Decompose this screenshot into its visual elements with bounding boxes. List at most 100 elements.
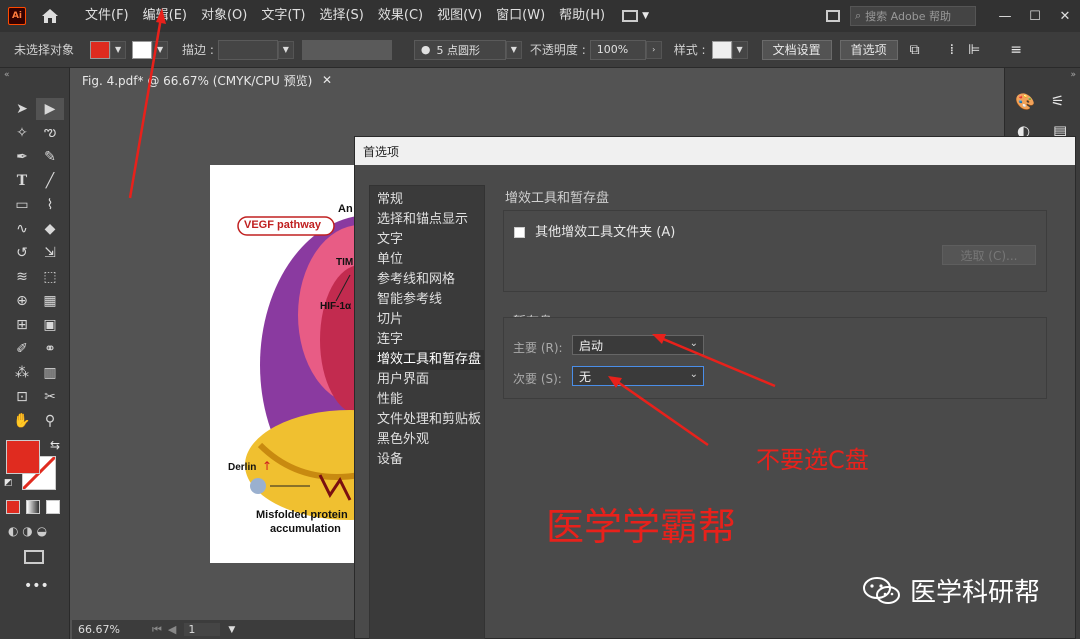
- stroke-swatch[interactable]: [132, 40, 153, 59]
- nav-item[interactable]: 用户界面: [370, 370, 484, 390]
- slice-tool-icon[interactable]: ✂: [36, 386, 64, 408]
- curvature-tool-icon[interactable]: ✎: [36, 146, 64, 168]
- menu-type[interactable]: 文字(T): [254, 0, 312, 32]
- document-tab[interactable]: Fig. 4.pdf* @ 66.67% (CMYK/CPU 预览) ✕: [74, 68, 340, 92]
- paintbrush-icon[interactable]: ⌇: [36, 194, 64, 216]
- stroke-dropdown[interactable]: ▼: [152, 40, 169, 59]
- first-page-icon[interactable]: ⏮: [152, 623, 162, 637]
- home-icon[interactable]: [40, 6, 60, 26]
- gradient-mode-icon[interactable]: [26, 500, 40, 514]
- scale-tool-icon[interactable]: ⇲: [36, 242, 64, 264]
- menu-list-icon[interactable]: ≡: [1010, 42, 1022, 58]
- primary-select[interactable]: 启动 ⌄: [572, 335, 704, 355]
- lasso-icon[interactable]: ఌ: [36, 122, 64, 144]
- close-button[interactable]: ✕: [1050, 9, 1080, 24]
- prev-page-icon[interactable]: ◀: [168, 623, 176, 636]
- fill-color-box[interactable]: [6, 440, 40, 474]
- draw-modes-icon[interactable]: ◐ ◑ ◒: [8, 524, 47, 538]
- other-plugins-checkbox[interactable]: [514, 227, 525, 238]
- warp-tool-icon[interactable]: ≋: [8, 266, 36, 288]
- collapse-icon[interactable]: «: [4, 70, 10, 80]
- menu-effect[interactable]: 效果(C): [371, 0, 430, 32]
- stroke-weight-field[interactable]: [217, 39, 278, 60]
- arrange-icon[interactable]: ⧉: [910, 42, 920, 58]
- nav-item[interactable]: 文件处理和剪贴板: [370, 410, 484, 430]
- pen-tool-icon[interactable]: ✒: [8, 146, 36, 168]
- direct-selection-tool-icon[interactable]: ▶: [36, 98, 64, 120]
- zoom-field[interactable]: 66.67%: [72, 623, 142, 636]
- type-tool-icon[interactable]: T: [8, 170, 36, 192]
- brush-field[interactable]: ● 5 点圆形: [413, 39, 506, 60]
- maximize-button[interactable]: ☐: [1020, 9, 1050, 24]
- brush-dropdown[interactable]: ▼: [505, 40, 522, 59]
- selection-tool-icon[interactable]: ➤: [8, 98, 36, 120]
- rectangle-tool-icon[interactable]: ▭: [8, 194, 36, 216]
- hand-tool-icon[interactable]: ✋: [8, 410, 36, 432]
- artboard[interactable]: VEGF pathway An TIM HIF-1α Derlin ↑ Misf…: [210, 165, 360, 563]
- nav-item[interactable]: 性能: [370, 390, 484, 410]
- nav-item[interactable]: 参考线和网格: [370, 270, 484, 290]
- menu-object[interactable]: 对象(O): [194, 0, 254, 32]
- eraser-icon[interactable]: ◆: [36, 218, 64, 240]
- menu-view[interactable]: 视图(V): [430, 0, 489, 32]
- properties-panel-icon[interactable]: ⚟: [1051, 92, 1077, 114]
- nav-item[interactable]: 黑色外观: [370, 430, 484, 450]
- minimize-button[interactable]: —: [990, 9, 1020, 24]
- style-dropdown[interactable]: ▼: [731, 40, 748, 59]
- line-tool-icon[interactable]: ╱: [36, 170, 64, 192]
- none-mode-icon[interactable]: [46, 500, 60, 514]
- fill-swatch[interactable]: [90, 40, 111, 59]
- search-input[interactable]: ⌕ 搜索 Adobe 帮助: [850, 6, 976, 26]
- eyedropper-icon[interactable]: ✐: [8, 338, 36, 360]
- menu-file[interactable]: 文件(F): [78, 0, 136, 32]
- other-plugins-checkbox-row[interactable]: 其他增效工具文件夹 (A): [514, 221, 675, 240]
- page-field[interactable]: 1: [184, 623, 221, 636]
- menu-edit[interactable]: 编辑(E): [136, 0, 194, 32]
- panel-toggle-icon[interactable]: [826, 10, 840, 22]
- stroke-weight-dropdown[interactable]: ▼: [277, 40, 294, 59]
- nav-item[interactable]: 单位: [370, 250, 484, 270]
- align-icon[interactable]: ⁞: [950, 42, 954, 58]
- choose-folder-button[interactable]: 选取 (C)...: [942, 245, 1036, 265]
- rotate-tool-icon[interactable]: ↺: [8, 242, 36, 264]
- distribute-icon[interactable]: ⊫: [968, 42, 980, 58]
- gradient-tool-icon[interactable]: ▣: [36, 314, 64, 336]
- nav-item[interactable]: 连字: [370, 330, 484, 350]
- more-tools-icon[interactable]: •••: [24, 578, 49, 594]
- variable-width-field[interactable]: [301, 39, 392, 60]
- perspective-grid-icon[interactable]: ▦: [36, 290, 64, 312]
- swap-colors-icon[interactable]: ⇆: [50, 438, 60, 452]
- nav-item[interactable]: 切片: [370, 310, 484, 330]
- expand-icon[interactable]: »: [1070, 70, 1076, 80]
- blend-tool-icon[interactable]: ⚭: [36, 338, 64, 360]
- zoom-tool-icon[interactable]: ⚲: [36, 410, 64, 432]
- fill-dropdown[interactable]: ▼: [110, 40, 127, 59]
- symbol-sprayer-icon[interactable]: ⁂: [8, 362, 36, 384]
- opacity-dropdown[interactable]: ›: [645, 40, 662, 59]
- color-mode-icon[interactable]: [6, 500, 20, 514]
- nav-item[interactable]: 智能参考线: [370, 290, 484, 310]
- secondary-select[interactable]: 无 ⌄: [572, 366, 704, 386]
- page-dropdown-icon[interactable]: ▼: [228, 625, 235, 635]
- free-transform-icon[interactable]: ⬚: [36, 266, 64, 288]
- menu-window[interactable]: 窗口(W): [489, 0, 552, 32]
- shaper-tool-icon[interactable]: ∿: [8, 218, 36, 240]
- nav-item[interactable]: 选择和锚点显示: [370, 210, 484, 230]
- column-graph-icon[interactable]: ▥: [36, 362, 64, 384]
- style-swatch[interactable]: [711, 40, 732, 59]
- magic-wand-icon[interactable]: ✧: [8, 122, 36, 144]
- preferences-button[interactable]: 首选项: [839, 39, 898, 60]
- artboard-tool-icon[interactable]: ⊡: [8, 386, 36, 408]
- default-colors-icon[interactable]: ◩: [4, 478, 13, 488]
- shape-builder-icon[interactable]: ⊕: [8, 290, 36, 312]
- color-panel-icon[interactable]: 🎨: [1015, 92, 1041, 114]
- mesh-tool-icon[interactable]: ⊞: [8, 314, 36, 336]
- screen-mode-icon[interactable]: [24, 550, 44, 564]
- menu-help[interactable]: 帮助(H): [552, 0, 612, 32]
- close-tab-icon[interactable]: ✕: [322, 73, 332, 87]
- nav-item[interactable]: 设备: [370, 450, 484, 470]
- nav-item[interactable]: 文字: [370, 230, 484, 250]
- workspace-switcher[interactable]: ▼: [622, 10, 649, 22]
- opacity-field[interactable]: 100%: [589, 39, 646, 60]
- menu-select[interactable]: 选择(S): [312, 0, 370, 32]
